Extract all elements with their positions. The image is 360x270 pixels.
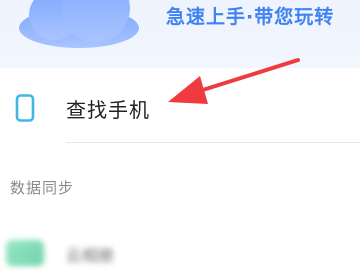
cloud-album-icon bbox=[6, 240, 44, 266]
pointer-arrow-icon bbox=[168, 58, 300, 104]
divider bbox=[66, 142, 360, 143]
cloud-album-item[interactable]: 云相册 bbox=[0, 226, 360, 270]
banner-title: 急速上手·带您玩转 bbox=[166, 6, 335, 28]
phone-icon bbox=[15, 94, 35, 122]
find-phone-label: 查找手机 bbox=[66, 98, 150, 122]
cloud-illustration-icon bbox=[19, 0, 139, 48]
section-title-data-sync: 数据同步 bbox=[10, 179, 75, 197]
cloud-album-label: 云相册 bbox=[66, 246, 115, 265]
